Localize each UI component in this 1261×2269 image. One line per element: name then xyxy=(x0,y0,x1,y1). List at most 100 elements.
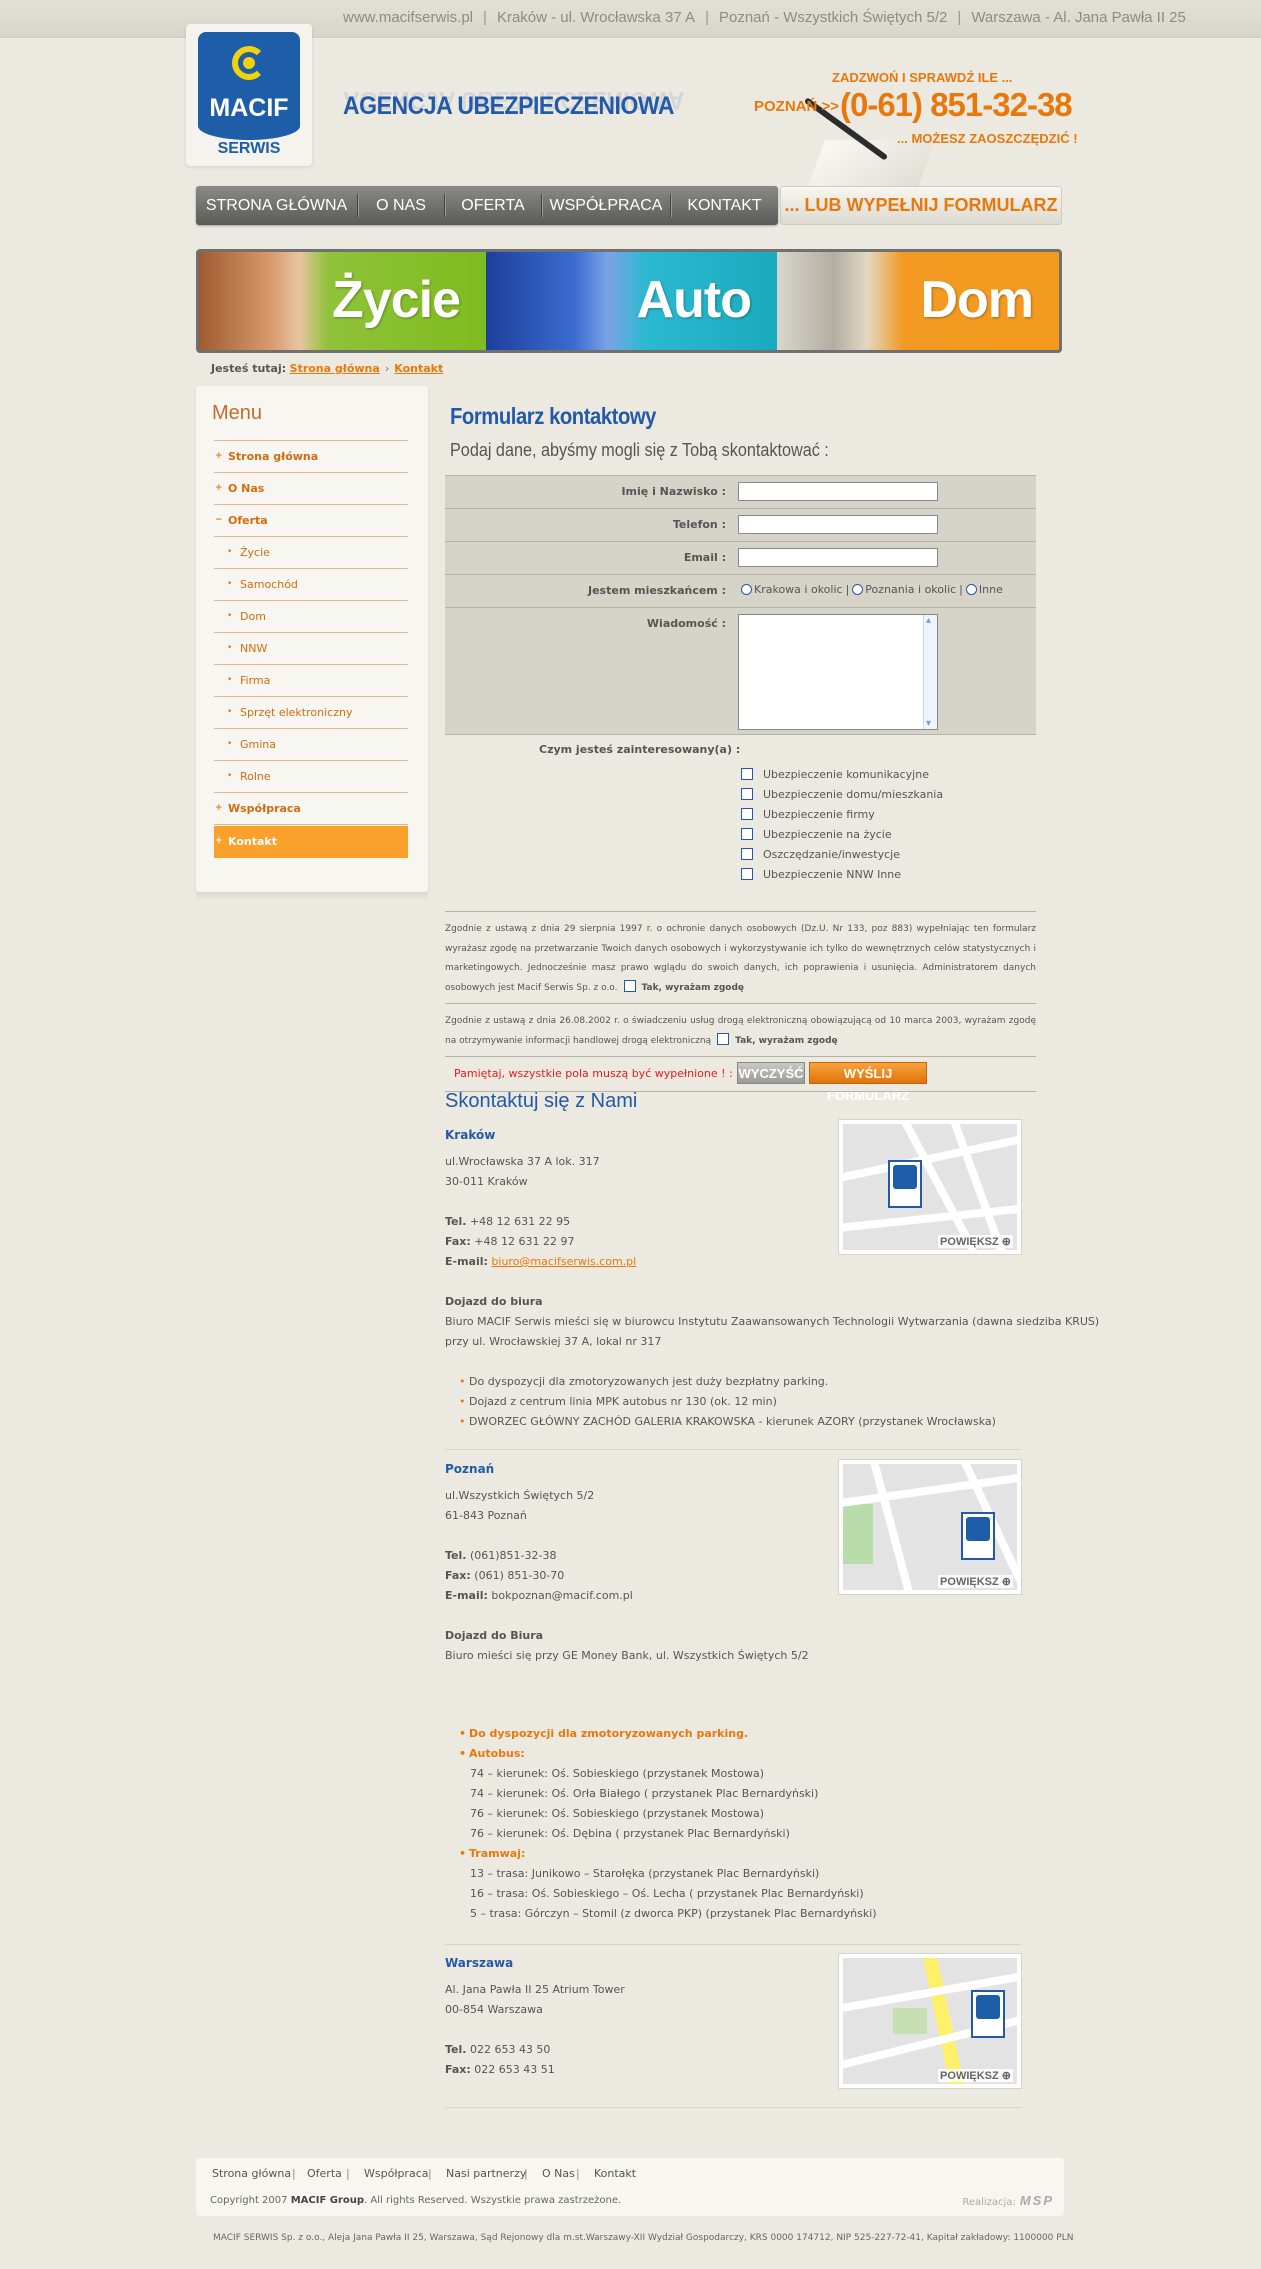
sidebar-item-label: Samochód xyxy=(240,578,298,591)
sidebar-item-life[interactable]: • Życie xyxy=(214,537,408,569)
banner-auto[interactable]: Auto xyxy=(486,252,777,350)
sidebar-item-car[interactable]: • Samochód xyxy=(214,569,408,601)
breadcrumb-home[interactable]: Strona główna xyxy=(290,362,380,375)
checkbox-box[interactable] xyxy=(741,768,753,780)
footer-link-home[interactable]: Strona główna xyxy=(212,2167,291,2180)
banner-life[interactable]: Życie xyxy=(199,252,486,350)
message-row: Wiadomość : xyxy=(445,607,1036,735)
send-button[interactable]: WYŚLIJ FORMULARZ xyxy=(809,1062,927,1103)
sidebar-item-company[interactable]: • Firma xyxy=(214,665,408,697)
poznan-map[interactable]: POWIĘKSZ ⊕ xyxy=(838,1459,1022,1595)
nav-contact[interactable]: KONTAKT xyxy=(671,186,778,225)
zoom-label: POWIĘKSZ xyxy=(940,1236,999,1248)
sidebar-item-home-insurance[interactable]: • Dom xyxy=(214,601,408,633)
checkbox-savings[interactable]: Oszczędzanie/inwestycje xyxy=(741,848,900,861)
checkbox-home[interactable]: Ubezpieczenie domu/mieszkania xyxy=(741,788,943,801)
sidebar-item-offer[interactable]: − Oferta xyxy=(214,505,408,537)
nav-home[interactable]: STRONA GŁÓWNA xyxy=(196,186,357,225)
fill-form-button[interactable]: ... LUB WYPEŁNIJ FORMULARZ xyxy=(780,186,1062,225)
map-road xyxy=(843,1472,1017,1508)
breadcrumb: Jesteś tutaj: Strona główna › Kontakt xyxy=(211,362,443,375)
fax-value: 022 653 43 51 xyxy=(474,2063,555,2076)
checkbox-company[interactable]: Ubezpieczenie firmy xyxy=(741,808,875,821)
warszawa-map[interactable]: POWIĘKSZ ⊕ xyxy=(838,1953,1022,2089)
sidebar-item-label: Strona główna xyxy=(228,450,319,463)
krakow-email-link[interactable]: biuro@macifserwis.com.pl xyxy=(491,1255,636,1268)
banner-life-label: Życie xyxy=(332,271,461,329)
checkbox-nnw[interactable]: Ubezpieczenie NNW Inne xyxy=(741,868,901,881)
krakow-addr2: 30-011 Kraków xyxy=(445,1175,528,1188)
footer-link-partners[interactable]: Nasi partnerzy xyxy=(446,2167,526,2180)
poznan-map-zoom[interactable]: POWIĘKSZ ⊕ xyxy=(938,1575,1013,1588)
sidebar-item-label: Firma xyxy=(240,674,271,687)
logo-shield: MACIF xyxy=(198,32,300,140)
nav-about[interactable]: O NAS xyxy=(358,186,444,225)
sidebar-item-electronics[interactable]: • Sprzęt elektroniczny xyxy=(214,697,408,729)
sidebar-item-municipality[interactable]: • Gmina xyxy=(214,729,408,761)
checkbox-box[interactable] xyxy=(741,808,753,820)
checkbox-box[interactable] xyxy=(741,868,753,880)
sidebar-item-home[interactable]: + Strona główna xyxy=(214,441,408,473)
name-input[interactable] xyxy=(738,482,938,501)
footer-sep: | xyxy=(524,2167,528,2180)
tel-value: +48 12 631 22 95 xyxy=(469,1215,571,1228)
nav-offer[interactable]: OFERTA xyxy=(445,186,541,225)
email-label: E-mail: xyxy=(445,1589,488,1602)
krakow-dojazd2: przy ul. Wrocławskiej 37 A, lokal nr 317 xyxy=(445,1335,662,1348)
radio-krakow[interactable] xyxy=(741,584,752,595)
sidebar-item-label: Życie xyxy=(240,546,270,559)
radio-poznan[interactable] xyxy=(852,584,864,595)
poznan-fax: Fax: (061) 851-30-70 xyxy=(445,1569,564,1582)
company-legal-info: MACIF SERWIS Sp. z o.o., Aleja Jana Pawł… xyxy=(213,2233,1074,2243)
footer-link-about[interactable]: O Nas xyxy=(542,2167,575,2180)
macif-logo[interactable]: MACIF SERWIS xyxy=(186,24,312,166)
top-addresses: www.macifserwis.pl | Kraków - ul. Wrocławs… xyxy=(343,9,1186,26)
radio-label: Inne xyxy=(978,583,1003,596)
sidebar-item-contact[interactable]: + Kontakt xyxy=(214,826,408,858)
breadcrumb-current[interactable]: Kontakt xyxy=(394,362,443,375)
consent-2-checkbox[interactable] xyxy=(717,1032,730,1045)
poznan-title: Poznań xyxy=(445,1462,495,1476)
krakow-map[interactable]: POWIĘKSZ ⊕ xyxy=(838,1119,1022,1255)
checkbox-life[interactable]: Ubezpieczenie na życie xyxy=(741,828,892,841)
sidebar-item-cooperation[interactable]: + Współpraca xyxy=(214,793,408,825)
checkbox-box[interactable] xyxy=(741,848,753,860)
krakow-map-zoom[interactable]: POWIĘKSZ ⊕ xyxy=(938,1235,1013,1248)
dojazd-title: Dojazd do Biura xyxy=(445,1629,544,1642)
message-scrollbar[interactable] xyxy=(923,615,937,729)
warszawa-map-zoom[interactable]: POWIĘKSZ ⊕ xyxy=(938,2069,1013,2082)
krakow-address: Kraków - ul. Wrocławska 37 A xyxy=(496,9,696,26)
footer-link-cooperation[interactable]: Współpraca xyxy=(364,2167,428,2180)
checkbox-box[interactable] xyxy=(741,788,753,800)
checkbox-motor[interactable]: Ubezpieczenie komunikacyjne xyxy=(741,768,929,781)
radio-other[interactable] xyxy=(965,584,977,595)
plus-icon: + xyxy=(215,451,223,461)
email-label: E-mail: xyxy=(445,1255,488,1268)
checkbox-box[interactable] xyxy=(741,828,753,840)
footer: Strona główna | Oferta | Współpraca | Na… xyxy=(196,2158,1064,2216)
clear-button[interactable]: WYCZYŚĆ xyxy=(737,1062,805,1084)
tel-label: Tel. xyxy=(445,1215,467,1228)
sidebar-item-about[interactable]: + O Nas xyxy=(214,473,408,505)
banner-home[interactable]: Dom xyxy=(777,252,1059,350)
phone-input[interactable] xyxy=(738,515,938,534)
nav-cooperation[interactable]: WSPÓŁPRACA xyxy=(542,186,670,225)
msp-logo[interactable]: MSP xyxy=(1020,2193,1054,2208)
sidebar-item-nnw[interactable]: • NNW xyxy=(214,633,408,665)
poznan-bus-line: 74 – kierunek: Oś. Sobieskiego (przystan… xyxy=(470,1767,765,1780)
site-url[interactable]: www.macifserwis.pl xyxy=(343,9,473,26)
krakow-tel: Tel. +48 12 631 22 95 xyxy=(445,1215,570,1228)
poznan-tram-line: 13 – trasa: Junikowo – Starołęka (przyst… xyxy=(470,1867,820,1880)
bullet-icon: • xyxy=(227,771,233,781)
checkbox-label: Ubezpieczenie firmy xyxy=(763,808,875,821)
footer-link-contact[interactable]: Kontakt xyxy=(594,2167,636,2180)
consent-1-checkbox[interactable] xyxy=(623,979,636,992)
message-textarea[interactable] xyxy=(738,614,938,730)
logo-subtext: SERWIS xyxy=(217,140,281,157)
sidebar-item-agriculture[interactable]: • Rolne xyxy=(214,761,408,793)
dojazd-title: Dojazd do biura xyxy=(445,1295,543,1308)
footer-link-offer[interactable]: Oferta xyxy=(307,2167,342,2180)
email-input[interactable] xyxy=(738,548,938,567)
sidebar-menu: Menu + Strona główna + O Nas − Oferta • Życi… xyxy=(196,386,428,892)
map-main-road xyxy=(921,1958,969,2084)
